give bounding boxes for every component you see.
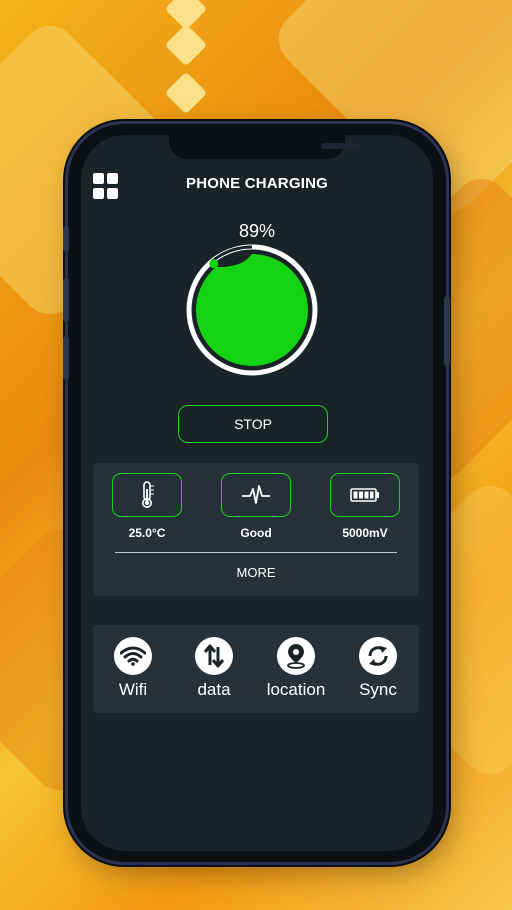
location-label: location (266, 680, 326, 699)
battery-icon (350, 488, 379, 502)
app-header: PHONE CHARGING (81, 173, 433, 203)
location-toggle[interactable]: location (256, 637, 336, 700)
battery-stats-card: 25.0°C Good 5000mV MORE (93, 463, 419, 596)
voltage-value: 5000mV (342, 526, 388, 540)
sync-toggle-button[interactable] (359, 637, 397, 675)
sync-toggle[interactable]: Sync (338, 637, 418, 700)
battery-gauge (186, 244, 318, 376)
location-toggle-button[interactable] (277, 637, 315, 675)
health-value: Good (240, 526, 272, 540)
location-icon (287, 644, 305, 669)
background-diamond (164, 23, 208, 67)
background-diamond (164, 71, 208, 115)
data-transfer-icon (203, 644, 225, 668)
temperature-button[interactable] (112, 473, 182, 517)
sync-label: Sync (359, 680, 397, 699)
wifi-label: Wifi (118, 680, 148, 699)
heartbeat-icon (242, 485, 270, 504)
data-label: data (197, 680, 231, 699)
quick-toggles-card: Wifi data location Sync (93, 625, 419, 713)
notch (169, 135, 365, 159)
temperature-stat[interactable]: 25.0°C (111, 473, 183, 540)
voltage-button[interactable] (330, 473, 400, 517)
voltage-stat[interactable]: 5000mV (329, 473, 401, 540)
phone-screen: PHONE CHARGING 89% STOP 25.0°C Good 5000… (81, 135, 433, 851)
wifi-toggle-button[interactable] (114, 637, 152, 675)
phone-side-button (63, 336, 69, 380)
phone-power-button (444, 296, 450, 366)
battery-percent: 89% (238, 221, 276, 241)
thermometer-icon (142, 481, 154, 508)
data-toggle[interactable]: data (174, 637, 254, 700)
data-toggle-button[interactable] (195, 637, 233, 675)
page-title: PHONE CHARGING (186, 175, 328, 192)
sync-icon (368, 646, 388, 666)
divider (115, 552, 397, 553)
phone-side-button (63, 278, 69, 322)
temperature-value: 25.0°C (128, 526, 166, 540)
health-stat[interactable]: Good (220, 473, 292, 540)
stop-button[interactable]: STOP (178, 405, 328, 443)
wifi-icon (120, 646, 146, 666)
phone-side-button (63, 226, 69, 252)
wifi-toggle[interactable]: Wifi (93, 637, 173, 700)
speaker (321, 143, 365, 149)
gauge-indicator-dot (209, 259, 219, 269)
more-button[interactable]: MORE (93, 561, 419, 585)
gauge-fill (196, 254, 308, 366)
health-button[interactable] (221, 473, 291, 517)
